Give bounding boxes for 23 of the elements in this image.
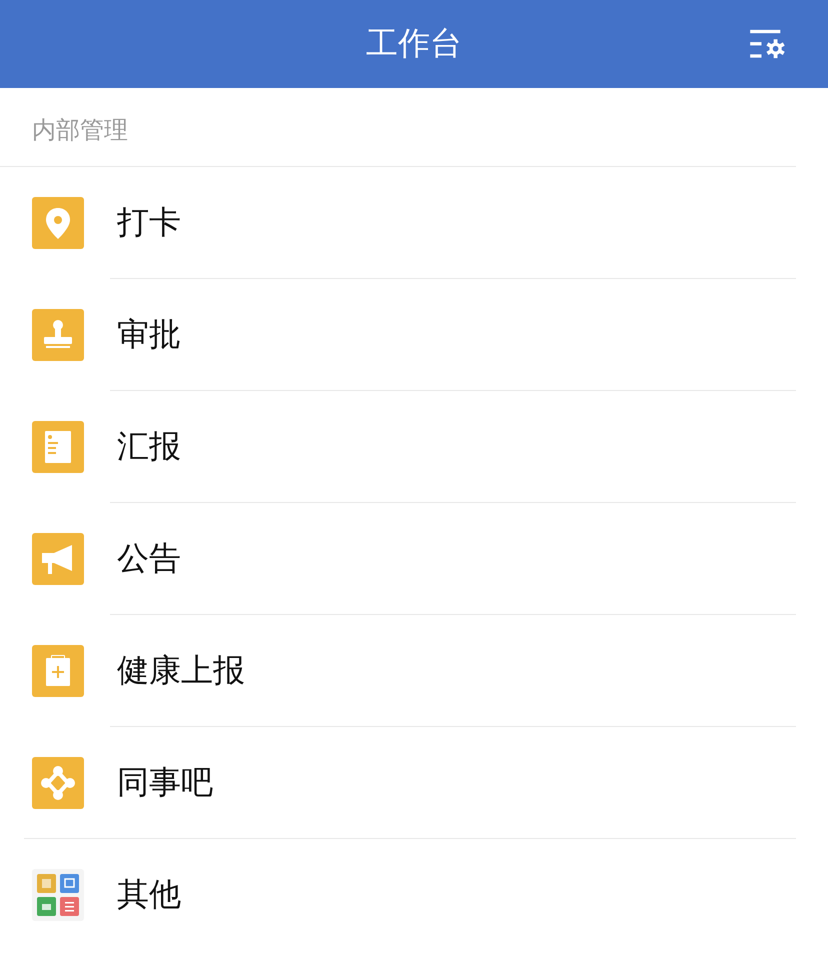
network-icon bbox=[32, 757, 84, 809]
stamp-icon bbox=[32, 309, 84, 361]
page-title: 工作台 bbox=[366, 23, 462, 64]
item-label: 健康上报 bbox=[117, 650, 245, 691]
menu-item[interactable]: 同事吧 bbox=[0, 727, 828, 839]
map-pin-icon bbox=[32, 197, 84, 249]
megaphone-icon bbox=[32, 533, 84, 585]
item-label: 同事吧 bbox=[117, 762, 213, 803]
item-label: 其他 bbox=[117, 874, 181, 915]
section-header: 内部管理 bbox=[0, 88, 796, 167]
menu-item[interactable]: 公告 bbox=[0, 503, 828, 615]
item-label: 汇报 bbox=[117, 426, 181, 467]
menu-item[interactable]: 健康上报 bbox=[0, 615, 828, 727]
item-label: 公告 bbox=[117, 538, 181, 579]
menu-item[interactable]: 审批 bbox=[0, 279, 828, 391]
app-grid-icon bbox=[32, 869, 84, 921]
clipboard-plus-icon bbox=[32, 645, 84, 697]
item-label: 审批 bbox=[117, 314, 181, 355]
item-label: 打卡 bbox=[117, 202, 181, 243]
menu-item[interactable]: 其他 bbox=[0, 839, 828, 951]
menu-item[interactable]: 汇报 bbox=[0, 391, 828, 503]
menu-item[interactable]: 打卡 bbox=[0, 167, 828, 279]
document-icon bbox=[32, 421, 84, 473]
